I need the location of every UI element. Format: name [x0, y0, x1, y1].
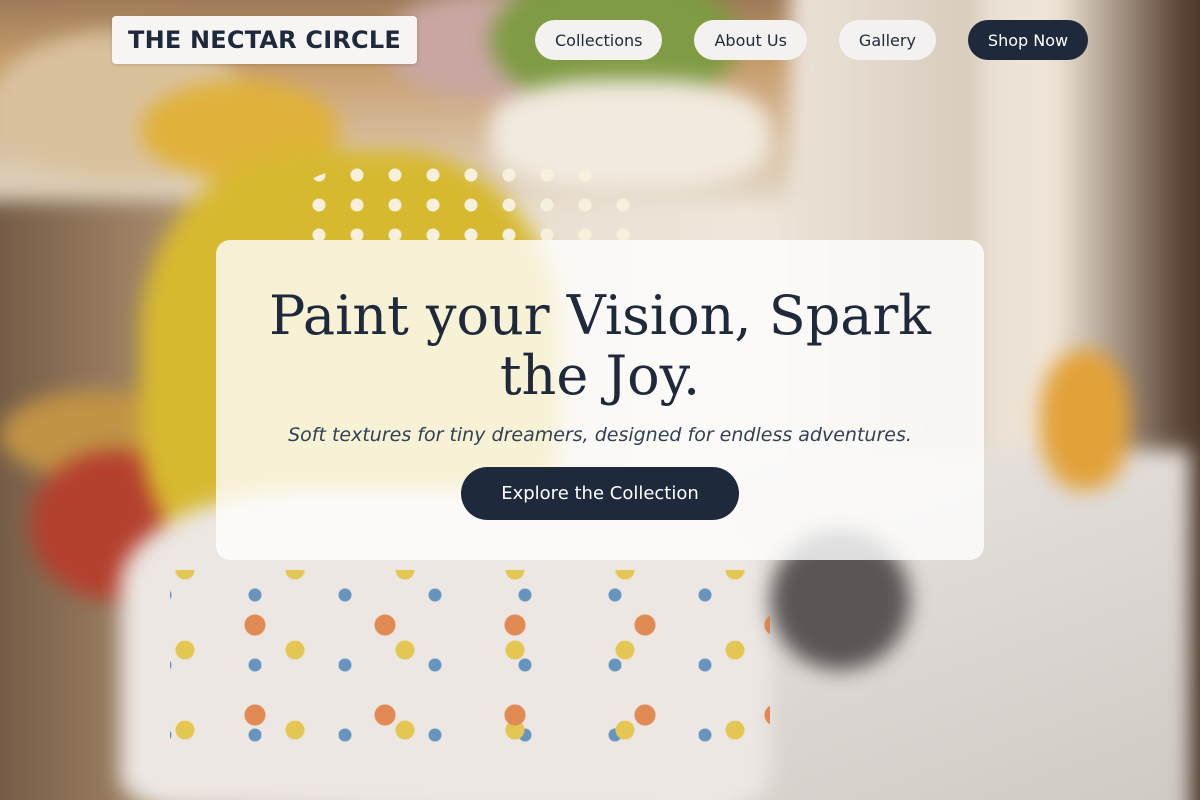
dress-print-pattern [170, 570, 770, 770]
dress-polka-dot-pattern [300, 160, 630, 240]
explore-collection-button[interactable]: Explore the Collection [461, 467, 739, 520]
nav-about-us-button[interactable]: About Us [694, 20, 807, 60]
brand-logo[interactable]: THE NECTAR CIRCLE [112, 16, 417, 64]
hero-section: THE NECTAR CIRCLE Collections About Us G… [0, 0, 1200, 800]
nav-collections-button[interactable]: Collections [535, 20, 663, 60]
hero-subtitle: Soft textures for tiny dreamers, designe… [288, 424, 912, 446]
brand-name: THE NECTAR CIRCLE [128, 26, 401, 54]
nav-gallery-button[interactable]: Gallery [838, 20, 936, 60]
main-nav: Collections About Us Gallery Shop Now [535, 20, 1089, 60]
hero-card: Paint your Vision, Spark the Joy. Soft t… [216, 240, 984, 560]
nav-shop-now-button[interactable]: Shop Now [967, 20, 1089, 60]
hero-title: Paint your Vision, Spark the Joy. [268, 284, 931, 407]
